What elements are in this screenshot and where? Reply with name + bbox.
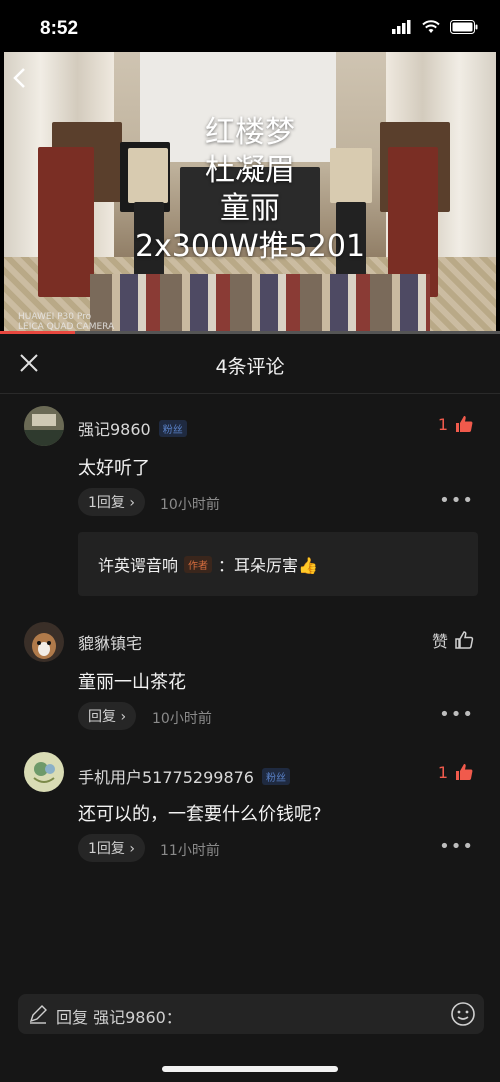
comment-item: 貔貅镇宅 赞 童丽一山茶花 回复 › 10小时前 ••• xyxy=(0,614,500,744)
wifi-icon xyxy=(422,20,440,33)
reply-button[interactable]: 回复 › xyxy=(78,702,137,730)
comment-time: 10小时前 xyxy=(160,497,220,513)
sub-reply-author[interactable]: 许英谔音响 xyxy=(98,552,178,576)
thumbs-up-icon xyxy=(455,631,474,649)
reply-count-button[interactable]: 1回复 › xyxy=(78,488,145,516)
emoji-icon[interactable] xyxy=(450,1001,476,1027)
more-icon[interactable]: ••• xyxy=(439,836,474,857)
avatar[interactable] xyxy=(24,752,64,792)
username[interactable]: 貔貅镇宅 xyxy=(78,630,142,654)
comments-header: 4条评论 xyxy=(0,334,500,394)
like-count: 1 xyxy=(437,762,448,782)
fan-badge: 粉丝 xyxy=(158,419,187,437)
sub-reply-text: ：耳朵厉害👍 xyxy=(218,556,318,575)
comment-time: 10小时前 xyxy=(152,711,212,727)
pen-icon xyxy=(29,1005,47,1024)
back-arrow-icon[interactable] xyxy=(12,66,26,96)
like-button[interactable]: 1 xyxy=(438,762,474,782)
more-icon[interactable]: ••• xyxy=(439,490,474,511)
username[interactable]: 手机用户51775299876 xyxy=(78,764,254,788)
reply-input[interactable]: 回复 强记9860： xyxy=(18,994,484,1034)
video-caption: 红楼梦 杜凝眉 童丽 2x300W推5201 xyxy=(0,114,500,266)
status-time: 8:52 xyxy=(40,18,79,39)
battery-icon xyxy=(450,20,478,34)
camera-watermark: HUAWEI P30 Pro LEICA QUAD CAMERA xyxy=(18,312,115,332)
fan-badge: 粉丝 xyxy=(261,767,290,785)
thumbs-up-icon xyxy=(456,416,473,432)
reply-input-placeholder: 回复 强记9860： xyxy=(56,1008,182,1027)
video-player[interactable]: 红楼梦 杜凝眉 童丽 2x300W推5201 HUAWEI P30 Pro LE… xyxy=(0,52,500,334)
avatar[interactable] xyxy=(24,406,64,446)
author-tag: 作者 xyxy=(184,555,213,573)
avatar[interactable] xyxy=(24,622,64,662)
like-label: 赞 xyxy=(431,632,448,651)
username[interactable]: 强记9860 xyxy=(78,416,151,440)
like-button[interactable]: 1 xyxy=(438,414,474,434)
caption-line: 红楼梦 xyxy=(205,115,295,150)
comment-item: 手机用户51775299876 粉丝 1 还可以的，一套要什么价钱呢? 1回复 … xyxy=(0,744,500,884)
comments-count-title: 4条评论 xyxy=(215,356,285,378)
like-count: 1 xyxy=(437,414,448,434)
home-indicator[interactable] xyxy=(162,1066,338,1072)
status-bar: 8:52 xyxy=(0,0,500,52)
more-icon[interactable]: ••• xyxy=(439,704,474,725)
caption-line: 2x300W推5201 xyxy=(134,229,366,264)
comment-time: 11小时前 xyxy=(160,843,220,859)
reply-count-button[interactable]: 1回复 › xyxy=(78,834,145,862)
sub-reply[interactable]: 许英谔音响 作者 ：耳朵厉害👍 xyxy=(78,532,478,596)
thumbs-up-icon xyxy=(456,764,473,780)
comment-text: 太好听了 xyxy=(78,458,150,479)
caption-line: 童丽 xyxy=(220,191,280,226)
comment-text: 童丽一山茶花 xyxy=(78,672,186,693)
comment-item: 强记9860 粉丝 1 太好听了 1回复 › 10小时前 ••• 许英谔音响 作… xyxy=(0,394,500,614)
signal-icon xyxy=(392,20,411,34)
caption-line: 杜凝眉 xyxy=(205,153,295,188)
comment-text: 还可以的，一套要什么价钱呢? xyxy=(78,804,322,825)
like-button[interactable]: 赞 xyxy=(432,628,474,652)
